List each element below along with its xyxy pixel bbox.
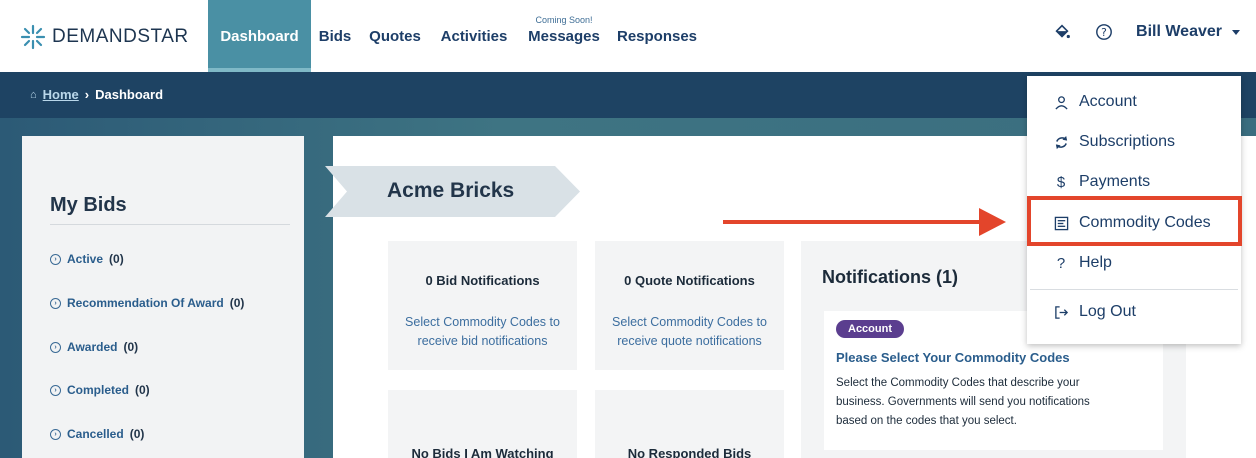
- quote-notifications-card: 0 Quote Notifications Select Commodity C…: [595, 241, 784, 370]
- menu-item-label: Help: [1079, 254, 1112, 271]
- dollar-icon: $: [1056, 173, 1066, 191]
- menu-item-payments[interactable]: $ Payments: [1053, 173, 1150, 191]
- card-title: 0 Quote Notifications: [624, 273, 755, 288]
- chevron-right-icon: ›: [50, 253, 61, 265]
- notification-body-line: Select the Commodity Codes that describe…: [836, 377, 1080, 389]
- bids-watching-card: No Bids I Am Watching: [388, 390, 577, 458]
- notification-body-line: business. Governments will send you noti…: [836, 396, 1090, 408]
- menu-item-log-out[interactable]: Log Out: [1053, 303, 1136, 321]
- nav-activities[interactable]: Activities: [431, 0, 517, 72]
- paint-bucket-icon[interactable]: [1052, 22, 1072, 42]
- nav-dashboard[interactable]: Dashboard: [208, 0, 311, 72]
- nav-quotes-label: Quotes: [369, 27, 421, 45]
- card-title: No Bids I Am Watching: [411, 446, 554, 458]
- nav-dashboard-label: Dashboard: [220, 27, 299, 45]
- select-commodity-codes-link[interactable]: Select Commodity Codes to receive bid no…: [388, 313, 577, 351]
- brand-name: DEMANDSTAR: [52, 26, 189, 47]
- menu-item-help[interactable]: ? Help: [1053, 254, 1112, 272]
- nav-messages-label: Messages: [528, 27, 600, 45]
- bids-filter-completed[interactable]: › Completed (0): [50, 383, 150, 397]
- bids-filter-awarded[interactable]: › Awarded (0): [50, 340, 138, 354]
- menu-item-label: Payments: [1079, 173, 1151, 190]
- bids-filter-count: (0): [229, 296, 245, 310]
- menu-item-label: Subscriptions: [1079, 133, 1176, 150]
- breadcrumb: ⌂ Home › Dashboard: [30, 87, 163, 102]
- company-name: Acme Bricks: [387, 179, 515, 202]
- chevron-right-icon: ›: [50, 341, 61, 353]
- responded-bids-card: No Responded Bids: [595, 390, 784, 458]
- menu-item-subscriptions[interactable]: Subscriptions: [1053, 133, 1175, 151]
- logo[interactable]: DEMANDSTAR: [20, 24, 189, 50]
- logout-icon: [1053, 305, 1069, 320]
- my-bids-divider: [50, 224, 290, 225]
- bids-filter-count: (0): [129, 427, 145, 441]
- select-commodity-codes-link[interactable]: Select Commodity Codes to receive quote …: [595, 313, 784, 351]
- my-bids-title: My Bids: [50, 194, 127, 216]
- top-navigation-bar: DEMANDSTAR Dashboard Bids Quotes Activit…: [0, 0, 1256, 72]
- nav-bids[interactable]: Bids: [311, 0, 359, 72]
- chevron-right-icon: ›: [50, 384, 61, 396]
- breadcrumb-home-link[interactable]: Home: [43, 87, 79, 102]
- nav-responses-label: Responses: [616, 27, 698, 45]
- notifications-title: Notifications (1): [822, 267, 959, 287]
- breadcrumb-separator: ›: [84, 87, 90, 102]
- header-tools: ? Bill Weaver: [1052, 22, 1240, 42]
- chevron-right-icon: ›: [50, 428, 61, 440]
- chevron-down-icon: [1232, 29, 1240, 35]
- bids-filter-label: Awarded: [67, 340, 118, 354]
- breadcrumb-current: Dashboard: [95, 87, 164, 102]
- bids-filter-count: (0): [123, 340, 139, 354]
- my-bids-panel: My Bids › Active (0) › Recommendation Of…: [22, 136, 304, 458]
- bid-notifications-card: 0 Bid Notifications Select Commodity Cod…: [388, 241, 577, 370]
- nav-bids-label: Bids: [318, 27, 352, 45]
- notification-body-line: based on the codes that you select.: [836, 415, 1017, 427]
- user-name: Bill Weaver: [1136, 23, 1222, 40]
- menu-divider: [1030, 289, 1238, 290]
- main-nav: Dashboard Bids Quotes Activities Coming …: [208, 0, 703, 72]
- bids-filter-recommendation-of-award[interactable]: › Recommendation Of Award (0): [50, 296, 244, 310]
- menu-item-account[interactable]: Account: [1053, 93, 1137, 111]
- bids-filter-label: Cancelled: [67, 427, 124, 441]
- commodity-codes-highlight-box: [1027, 196, 1242, 246]
- card-link-line: Select Commodity Codes to: [405, 315, 560, 329]
- nav-responses[interactable]: Responses: [611, 0, 703, 72]
- bids-filter-label: Active: [67, 252, 104, 266]
- refresh-icon: [1053, 135, 1069, 150]
- account-badge: Account: [836, 320, 904, 338]
- bids-filter-label: Completed: [67, 383, 130, 397]
- demandstar-logo-icon: [20, 24, 46, 50]
- nav-activities-label: Activities: [440, 27, 508, 45]
- card-title: 0 Bid Notifications: [425, 273, 540, 288]
- notification-heading-link[interactable]: Please Select Your Commodity Codes: [836, 350, 1070, 365]
- svg-text:?: ?: [1101, 26, 1107, 39]
- bids-filter-count: (0): [109, 252, 124, 266]
- bids-filter-cancelled[interactable]: › Cancelled (0): [50, 427, 144, 441]
- question-icon: ?: [1056, 254, 1066, 272]
- menu-item-label: Log Out: [1079, 303, 1136, 320]
- menu-item-label: Account: [1079, 93, 1137, 110]
- card-link-line: Select Commodity Codes to: [612, 315, 767, 329]
- bids-filter-count: (0): [135, 383, 150, 397]
- nav-quotes[interactable]: Quotes: [359, 0, 431, 72]
- card-title: No Responded Bids: [627, 446, 752, 458]
- nav-messages[interactable]: Coming Soon! Messages: [517, 0, 611, 72]
- coming-soon-note: Coming Soon!: [535, 15, 593, 25]
- annotation-arrow-shaft: [723, 220, 983, 224]
- annotation-arrow-head: [979, 208, 1006, 236]
- card-link-line: receive bid notifications: [417, 334, 548, 348]
- user-icon: [1053, 95, 1069, 110]
- user-menu-toggle[interactable]: Bill Weaver: [1136, 23, 1240, 41]
- notification-body: Select the Commodity Codes that describe…: [836, 374, 1154, 431]
- bids-filter-active[interactable]: › Active (0): [50, 252, 124, 266]
- home-icon: ⌂: [30, 88, 37, 101]
- card-link-line: receive quote notifications: [617, 334, 762, 348]
- help-circle-icon[interactable]: ?: [1094, 22, 1114, 42]
- chevron-right-icon: ›: [50, 297, 61, 309]
- bids-filter-label: Recommendation Of Award: [67, 296, 224, 310]
